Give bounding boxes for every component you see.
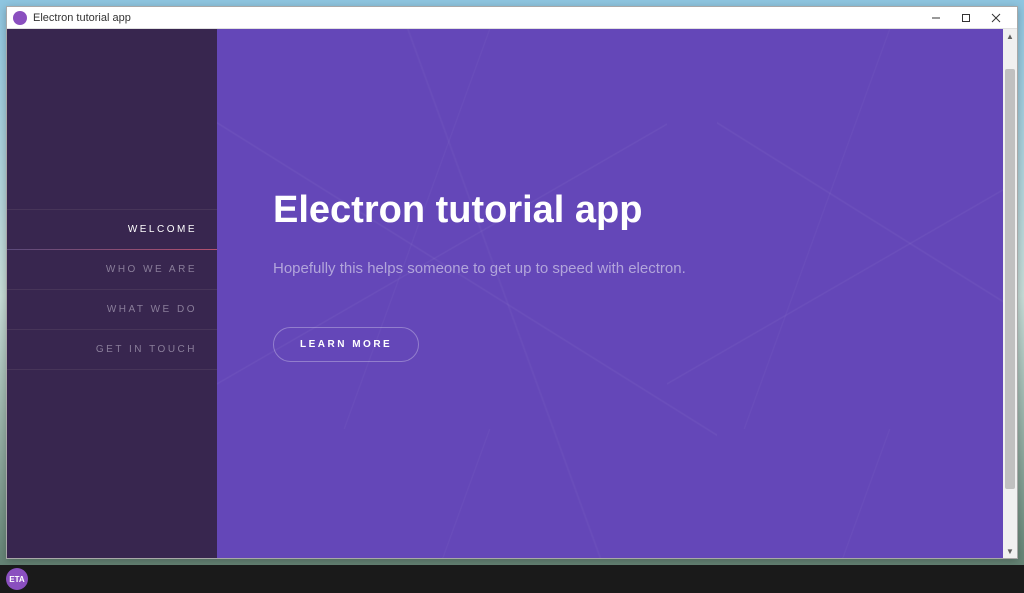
app-icon [13, 11, 27, 25]
close-button[interactable] [981, 8, 1011, 28]
minimize-icon [931, 13, 941, 23]
app-body: WELCOME WHO WE ARE WHAT WE DO GET IN TOU… [7, 29, 1017, 558]
maximize-button[interactable] [951, 8, 981, 28]
taskbar-app-icon[interactable]: ETA [6, 568, 28, 590]
page-heading: Electron tutorial app [273, 189, 1003, 232]
app-window: Electron tutorial app WELCOME WHO WE ARE… [6, 6, 1018, 559]
content-area: WELCOME WHO WE ARE WHAT WE DO GET IN TOU… [7, 29, 1003, 558]
nav-item-what-we-do[interactable]: WHAT WE DO [7, 290, 217, 330]
maximize-icon [961, 13, 971, 23]
nav-item-who-we-are[interactable]: WHO WE ARE [7, 250, 217, 290]
titlebar[interactable]: Electron tutorial app [7, 7, 1017, 29]
scroll-up-icon[interactable]: ▲ [1003, 29, 1017, 43]
window-title: Electron tutorial app [33, 12, 921, 24]
learn-more-button[interactable]: LEARN MORE [273, 327, 419, 362]
scroll-down-icon[interactable]: ▼ [1003, 544, 1017, 558]
main-content: Electron tutorial app Hopefully this hel… [217, 29, 1003, 558]
taskbar[interactable]: ETA [0, 565, 1024, 593]
close-icon [991, 13, 1001, 23]
scrollbar-thumb[interactable] [1005, 69, 1015, 489]
nav-item-welcome[interactable]: WELCOME [7, 209, 217, 250]
page-subtitle: Hopefully this helps someone to get up t… [273, 260, 1003, 277]
sidebar: WELCOME WHO WE ARE WHAT WE DO GET IN TOU… [7, 29, 217, 558]
nav-item-get-in-touch[interactable]: GET IN TOUCH [7, 330, 217, 370]
scrollbar[interactable]: ▲ ▼ [1003, 29, 1017, 558]
window-controls [921, 8, 1011, 28]
minimize-button[interactable] [921, 8, 951, 28]
